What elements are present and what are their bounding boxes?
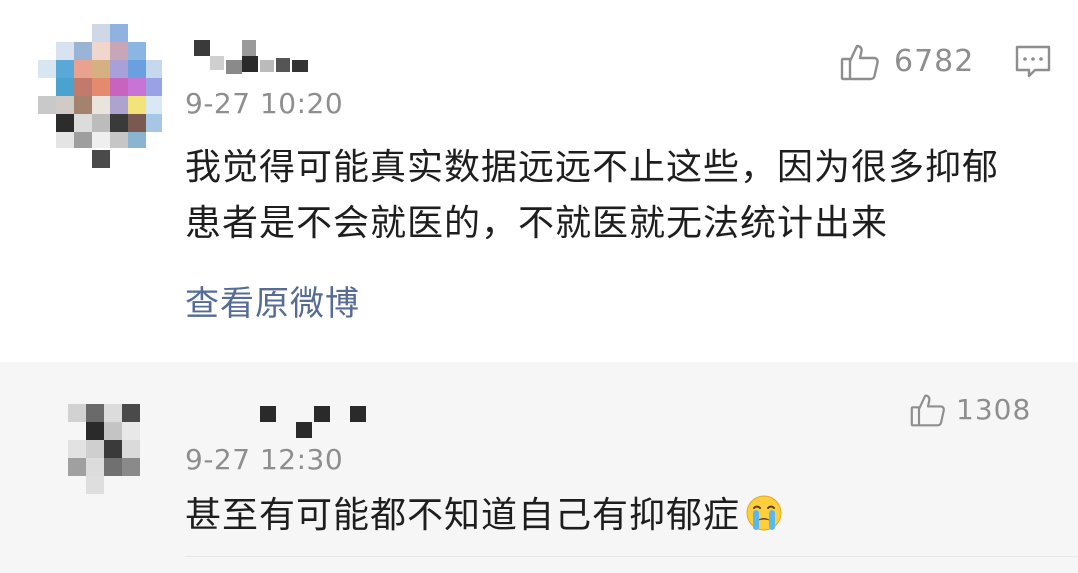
like-button[interactable]: 1308 [910, 392, 1031, 428]
comment-timestamp: 9-27 10:20 [185, 87, 344, 120]
like-count: 1308 [956, 393, 1032, 426]
comment-item: 9-27 10:20 我觉得可能真实数据远远不止这些，因为很多抑郁 患者是不会就… [0, 0, 1078, 362]
thumbs-up-icon [840, 42, 880, 82]
view-original-link[interactable]: 查看原微博 [185, 284, 360, 324]
avatar[interactable] [68, 404, 158, 494]
reply-item: 9-27 12:30 甚至有可能都不知道自己有抑郁症 1308 [0, 362, 1078, 573]
like-button[interactable]: 6782 [840, 42, 974, 82]
username[interactable] [188, 40, 318, 76]
thumbs-up-icon [910, 392, 946, 428]
comment-text-line-2: 患者是不会就医的，不就医就无法统计出来 [185, 203, 889, 244]
comment-text-line-1: 我觉得可能真实数据远远不止这些，因为很多抑郁 [185, 147, 1000, 188]
reply-timestamp: 9-27 12:30 [185, 443, 344, 476]
reply-text: 甚至有可能都不知道自己有抑郁症 [185, 488, 784, 550]
comment-icon[interactable] [1014, 44, 1052, 84]
divider [185, 556, 1078, 557]
crying-face-emoji [744, 493, 784, 550]
avatar[interactable] [38, 24, 162, 168]
reply-text-content: 甚至有可能都不知道自己有抑郁症 [185, 495, 741, 536]
username[interactable] [258, 404, 368, 440]
like-count: 6782 [894, 44, 975, 79]
